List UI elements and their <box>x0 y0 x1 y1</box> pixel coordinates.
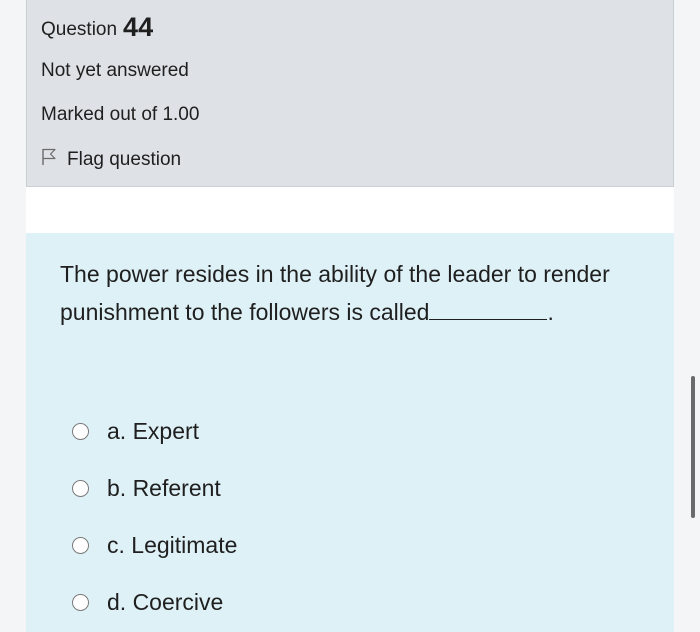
radio-icon[interactable] <box>72 537 89 554</box>
page-margin-right <box>675 0 700 632</box>
fill-in-blank <box>429 299 548 320</box>
question-info-panel: Question 44 Not yet answered Marked out o… <box>26 0 674 187</box>
radio-icon[interactable] <box>72 594 89 611</box>
question-number: 44 <box>123 12 154 42</box>
question-state: Not yet answered <box>41 60 189 81</box>
answer-option-c[interactable]: c. Legitimate <box>72 517 237 574</box>
question-heading: Question 44 <box>41 11 153 42</box>
question-grade: Marked out of 1.00 <box>41 104 200 125</box>
answer-option-a[interactable]: a. Expert <box>72 403 237 460</box>
answer-label: c. Legitimate <box>107 532 238 558</box>
answer-option-b[interactable]: b. Referent <box>72 460 237 517</box>
question-text-end: . <box>547 299 554 325</box>
answer-label: d. Coercive <box>107 589 224 615</box>
flag-question-label: Flag question <box>67 149 182 170</box>
answer-label: a. Expert <box>107 418 200 444</box>
radio-icon[interactable] <box>72 423 89 440</box>
answer-list: a. Expert b. Referent c. Legitimate d. C… <box>72 403 237 631</box>
flag-question-link[interactable]: Flag question <box>41 148 181 172</box>
flag-icon <box>41 148 67 172</box>
answer-option-d[interactable]: d. Coercive <box>72 574 237 631</box>
question-label: Question <box>41 19 118 40</box>
radio-icon[interactable] <box>72 480 89 497</box>
question-content-panel: The power resides in the ability of the … <box>26 233 674 632</box>
page-margin-left <box>0 0 26 632</box>
scrollbar-thumb[interactable] <box>691 376 695 518</box>
panel-spacer <box>26 187 674 233</box>
question-text: The power resides in the ability of the … <box>60 255 640 331</box>
answer-label: b. Referent <box>107 475 221 501</box>
